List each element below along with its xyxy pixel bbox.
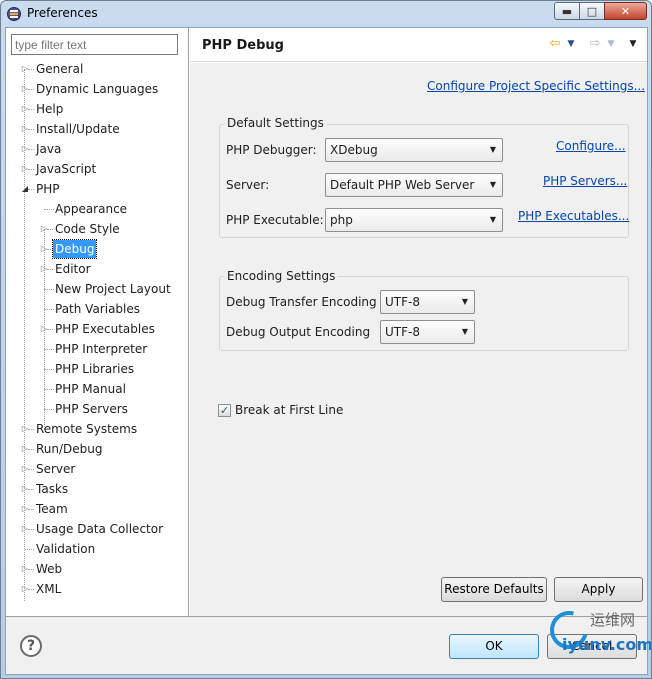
tree-label: Code Style bbox=[55, 222, 120, 236]
preference-page-panel: PHP Debug ⇦ ▼ ⇨ ▼ ▼ Configure Project Sp… bbox=[190, 28, 647, 616]
encoding-settings-title: Encoding Settings bbox=[224, 269, 339, 283]
ok-button[interactable]: OK bbox=[449, 634, 539, 659]
tree-label: Tasks bbox=[36, 482, 69, 496]
watermark-bottom-text: iyunv.com bbox=[562, 635, 652, 654]
debug-output-encoding-select[interactable]: UTF-8 ▼ bbox=[380, 320, 475, 344]
debug-output-encoding-value: UTF-8 bbox=[385, 325, 420, 339]
configure-project-settings-link[interactable]: Configure Project Specific Settings... bbox=[427, 79, 645, 93]
forward-menu-chevron-icon[interactable]: ▼ bbox=[604, 38, 618, 50]
configure-debugger-link[interactable]: Configure... bbox=[556, 139, 626, 153]
php-debugger-value: XDebug bbox=[330, 143, 378, 157]
tree-label: General bbox=[36, 62, 84, 76]
window-title: Preferences bbox=[27, 6, 98, 20]
watermark-top-text: 运维网 bbox=[590, 611, 636, 629]
tree-label: New Project Layout bbox=[55, 282, 171, 296]
tree-label: Server bbox=[36, 462, 76, 476]
title-bar[interactable]: Preferences ▬ □ ✕ bbox=[1, 1, 651, 27]
dropdown-arrow-icon: ▼ bbox=[489, 215, 497, 224]
watermark-logo: 运维网 iyunv.com bbox=[542, 604, 652, 657]
tree-label: Appearance bbox=[55, 202, 128, 216]
close-button[interactable]: ✕ bbox=[604, 2, 647, 20]
tree-label: Run/Debug bbox=[36, 442, 103, 456]
help-icon[interactable]: ? bbox=[20, 635, 42, 657]
server-select[interactable]: Default PHP Web Server ▼ bbox=[325, 173, 503, 197]
tree-label: Java bbox=[36, 142, 62, 156]
tree-label: PHP bbox=[36, 182, 60, 196]
tree-label: Editor bbox=[55, 262, 91, 276]
eclipse-icon bbox=[7, 7, 21, 21]
tree-label: PHP Libraries bbox=[55, 362, 135, 376]
tree-label: JavaScript bbox=[36, 162, 97, 176]
preference-tree-panel: ▷ General ▷ Dynamic Languages ▷ Help ▷ bbox=[6, 28, 189, 616]
dropdown-arrow-icon: ▼ bbox=[461, 327, 469, 336]
maximize-button[interactable]: □ bbox=[579, 2, 605, 20]
php-executables-link[interactable]: PHP Executables... bbox=[518, 209, 629, 223]
tree-label: PHP Interpreter bbox=[55, 342, 148, 356]
dialog-client-area: ▷ General ▷ Dynamic Languages ▷ Help ▷ bbox=[5, 27, 648, 675]
page-header: PHP Debug ⇦ ▼ ⇨ ▼ ▼ bbox=[190, 28, 647, 62]
tree-label: Web bbox=[36, 562, 63, 576]
debug-transfer-encoding-label: Debug Transfer Encoding bbox=[226, 295, 377, 309]
server-label: Server: bbox=[226, 178, 270, 192]
server-value: Default PHP Web Server bbox=[330, 178, 475, 192]
forward-arrow-icon[interactable]: ⇨ bbox=[588, 37, 602, 50]
debug-output-encoding-label: Debug Output Encoding bbox=[226, 325, 371, 339]
page-body: Configure Project Specific Settings... D… bbox=[190, 63, 647, 616]
tree-label: Help bbox=[36, 102, 64, 116]
tree-connector bbox=[25, 549, 34, 550]
view-menu-chevron-icon[interactable]: ▼ bbox=[626, 38, 640, 50]
back-menu-chevron-icon[interactable]: ▼ bbox=[564, 38, 578, 50]
dropdown-arrow-icon: ▼ bbox=[461, 297, 469, 306]
php-debugger-label: PHP Debugger: bbox=[226, 143, 317, 157]
php-executable-select[interactable]: php ▼ bbox=[325, 208, 503, 232]
php-debugger-select[interactable]: XDebug ▼ bbox=[325, 138, 503, 162]
default-settings-title: Default Settings bbox=[224, 116, 327, 130]
php-executable-value: php bbox=[330, 213, 353, 227]
break-first-line-label: Break at First Line bbox=[235, 403, 344, 417]
break-first-line-checkbox[interactable]: ✓ bbox=[218, 404, 231, 417]
minimize-button[interactable]: ▬ bbox=[554, 2, 580, 20]
filter-input[interactable] bbox=[11, 34, 178, 55]
tree-label: Remote Systems bbox=[36, 422, 138, 436]
tree-label: Dynamic Languages bbox=[36, 82, 159, 96]
back-arrow-icon[interactable]: ⇦ bbox=[548, 37, 562, 50]
tree-label: Path Variables bbox=[55, 302, 141, 316]
dropdown-arrow-icon: ▼ bbox=[489, 180, 497, 189]
tree-label: XML bbox=[36, 582, 62, 596]
restore-defaults-button[interactable]: Restore Defaults bbox=[441, 577, 547, 602]
tree-label-selected: Debug bbox=[51, 239, 98, 259]
debug-transfer-encoding-value: UTF-8 bbox=[385, 295, 420, 309]
tree-label: Usage Data Collector bbox=[36, 522, 164, 536]
tree-label: PHP Executables bbox=[55, 322, 155, 336]
tree-label: Team bbox=[36, 502, 68, 516]
dropdown-arrow-icon: ▼ bbox=[489, 145, 497, 154]
tree-label: PHP Manual bbox=[55, 382, 126, 396]
page-title: PHP Debug bbox=[202, 38, 284, 53]
preferences-window: Preferences ▬ □ ✕ ▷ General ▷ Dynamic La bbox=[0, 0, 652, 679]
tree-label: Install/Update bbox=[36, 122, 120, 136]
tree-label: Validation bbox=[36, 542, 96, 556]
php-servers-link[interactable]: PHP Servers... bbox=[543, 174, 627, 188]
tree-label: PHP Servers bbox=[55, 402, 128, 416]
php-executable-label: PHP Executable: bbox=[226, 213, 324, 227]
apply-button[interactable]: Apply bbox=[554, 577, 643, 602]
debug-transfer-encoding-select[interactable]: UTF-8 ▼ bbox=[380, 290, 475, 314]
